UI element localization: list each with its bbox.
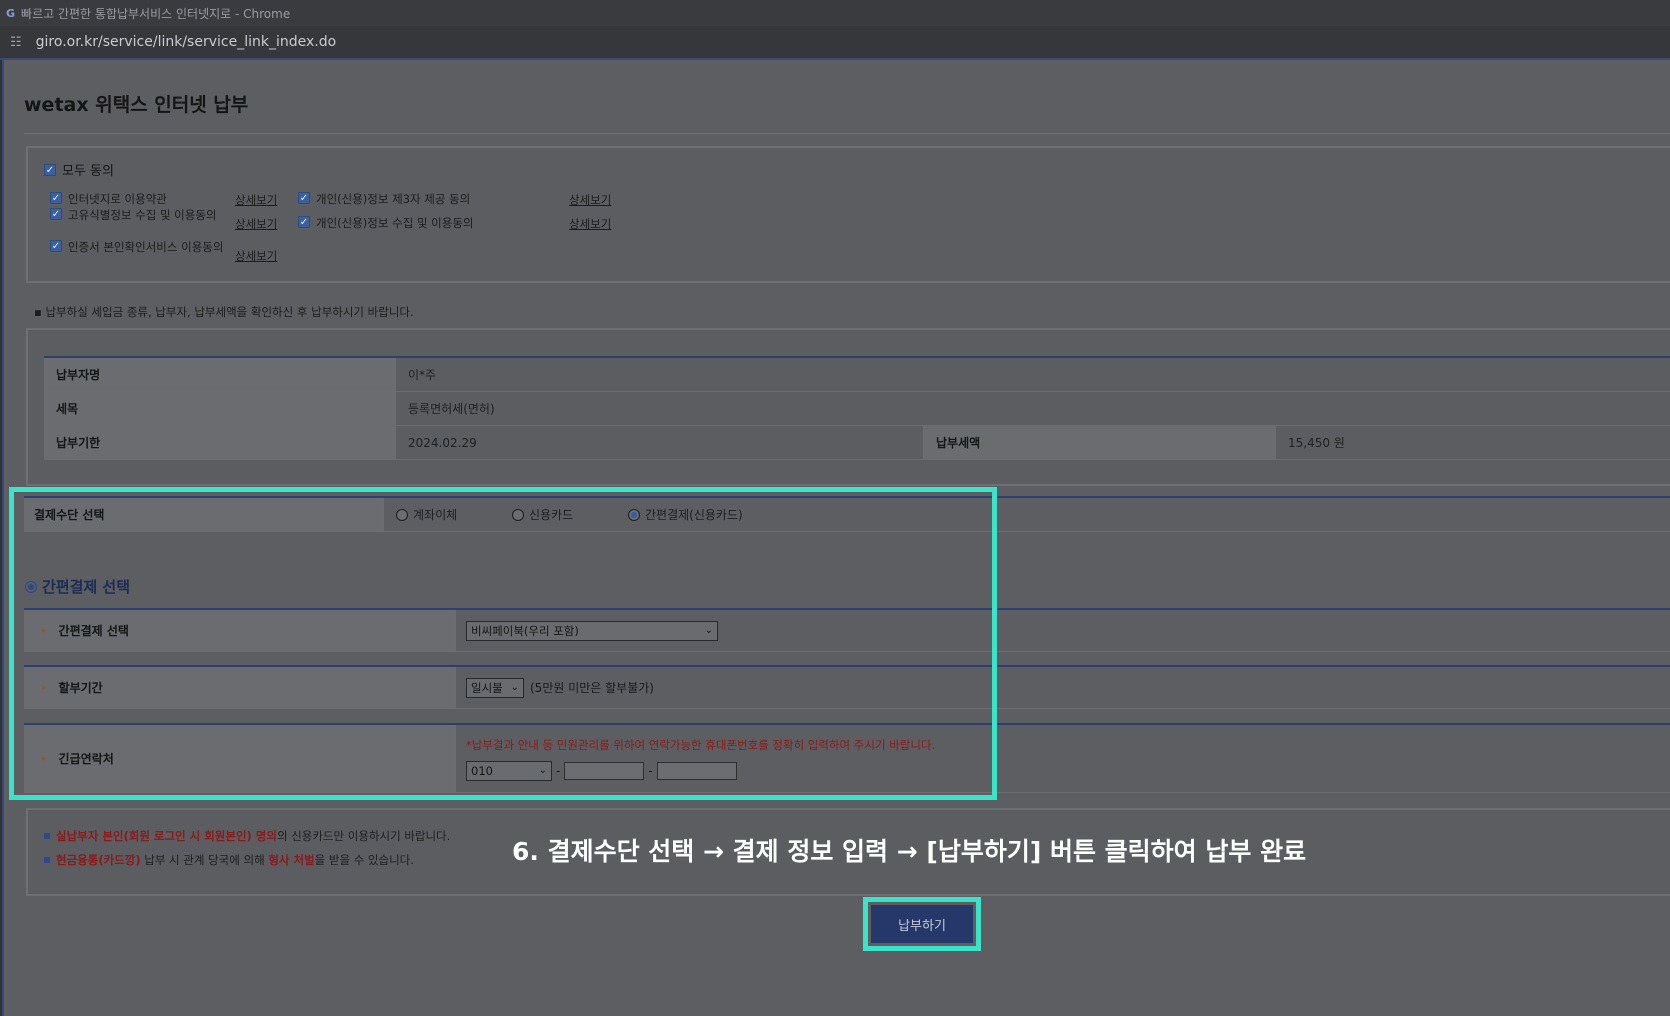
agreement-item[interactable]: ✓ 개인(신용)정보 제3자 제공 동의 [298,192,470,207]
url-text[interactable]: giro.or.kr/service/link/service_link_ind… [36,34,337,50]
table-row: 납부기한 2024.02.29 납부세액 15,450 원 [44,426,1670,460]
payment-info-box: 납부자명 이*주 세목 등록면허세(면허) 납부기한 2024.02.29 납부… [26,328,1670,486]
due-date-value: 2024.02.29 [396,426,924,459]
table-row: 세목 등록면허세(면허) [44,392,1670,426]
agreement-label: 인증서 본인확인서비스 이용동의 [68,240,224,254]
notice-text: 현금융통(카드깡) 납부 시 관계 당국에 의해 형사 처벌을 받을 수 있습니… [56,853,414,867]
notice-text: 실납부자 본인(회원 로그인 시 회원본인) 명의의 신용카드만 이용하시기 바… [56,829,451,843]
payer-label: 납부자명 [44,358,396,391]
checkbox-checked-icon[interactable]: ✓ [50,192,62,204]
payment-info-table: 납부자명 이*주 세목 등록면허세(면허) 납부기한 2024.02.29 납부… [44,356,1670,460]
checkbox-checked-icon[interactable]: ✓ [50,208,62,220]
amount-value: 15,450 원 [1288,436,1345,450]
agreement-label: 인터넷지로 이용약관 [68,192,167,206]
checkbox-checked-icon[interactable]: ✓ [298,216,310,228]
browser-title-bar: G 빠르고 간편한 통합납부서비스 인터넷지로 - Chrome [0,0,1670,26]
agree-all-checkbox[interactable]: ✓ 모두 동의 [44,160,114,179]
site-settings-icon[interactable]: ☷ [10,35,22,50]
detail-link[interactable]: 상세보기 [235,216,277,232]
agreement-box: ✓ 모두 동의 ✓ 인터넷지로 이용약관 상세보기 ✓ 고유식별정보 수집 및 … [26,146,1670,283]
page-title: wetax 위택스 인터넷 납부 [24,94,249,116]
notice-line: 현금융통(카드깡) 납부 시 관계 당국에 의해 형사 처벌을 받을 수 있습니… [44,852,414,868]
site-logo-icon: G [6,6,16,20]
detail-link[interactable]: 상세보기 [235,192,277,208]
agreement-label: 고유식별정보 수집 및 이용동의 [68,208,217,222]
address-bar[interactable]: ☷ giro.or.kr/service/link/service_link_i… [0,26,1670,60]
detail-link[interactable]: 상세보기 [569,192,611,208]
agreement-item[interactable]: ✓ 고유식별정보 수집 및 이용동의 [50,208,224,223]
divider [24,133,1670,134]
pay-button[interactable]: 납부하기 [871,905,973,943]
bullet-icon [44,857,50,863]
instruction-caption: 6. 결제수단 선택 → 결제 정보 입력 → [납부하기] 버튼 클릭하여 납… [512,837,1307,866]
checkbox-checked-icon[interactable]: ✓ [50,240,62,252]
tax-value: 등록면허세(면허) [408,402,495,416]
agree-all-label: 모두 동의 [62,164,114,179]
highlight-frame [9,487,997,800]
agreement-item[interactable]: ✓ 인증서 본인확인서비스 이용동의 [50,240,224,255]
bullet-icon [44,833,50,839]
amount-label: 납부세액 [924,426,1276,459]
agreement-item[interactable]: ✓ 인터넷지로 이용약관 [50,192,224,207]
detail-link[interactable]: 상세보기 [235,248,277,264]
checkbox-checked-icon[interactable]: ✓ [298,192,310,204]
checkbox-checked-icon[interactable]: ✓ [44,163,56,176]
tax-label: 세목 [44,392,396,425]
detail-link[interactable]: 상세보기 [569,216,611,232]
agreement-label: 개인(신용)정보 수집 및 이용동의 [316,216,474,230]
payer-value: 이*주 [408,368,437,382]
window-title: 빠르고 간편한 통합납부서비스 인터넷지로 - Chrome [21,6,291,21]
agreement-label: 개인(신용)정보 제3자 제공 동의 [316,192,471,206]
due-date-label: 납부기한 [44,426,396,459]
notice-text: ▪ 납부하실 세입금 종류, 납부자, 납부세액을 확인하신 후 납부하시기 바… [34,305,414,319]
table-row: 납부자명 이*주 [44,358,1670,392]
notice-line: 실납부자 본인(회원 로그인 시 회원본인) 명의의 신용카드만 이용하시기 바… [44,828,450,844]
agreement-item[interactable]: ✓ 개인(신용)정보 수집 및 이용동의 [298,216,473,231]
